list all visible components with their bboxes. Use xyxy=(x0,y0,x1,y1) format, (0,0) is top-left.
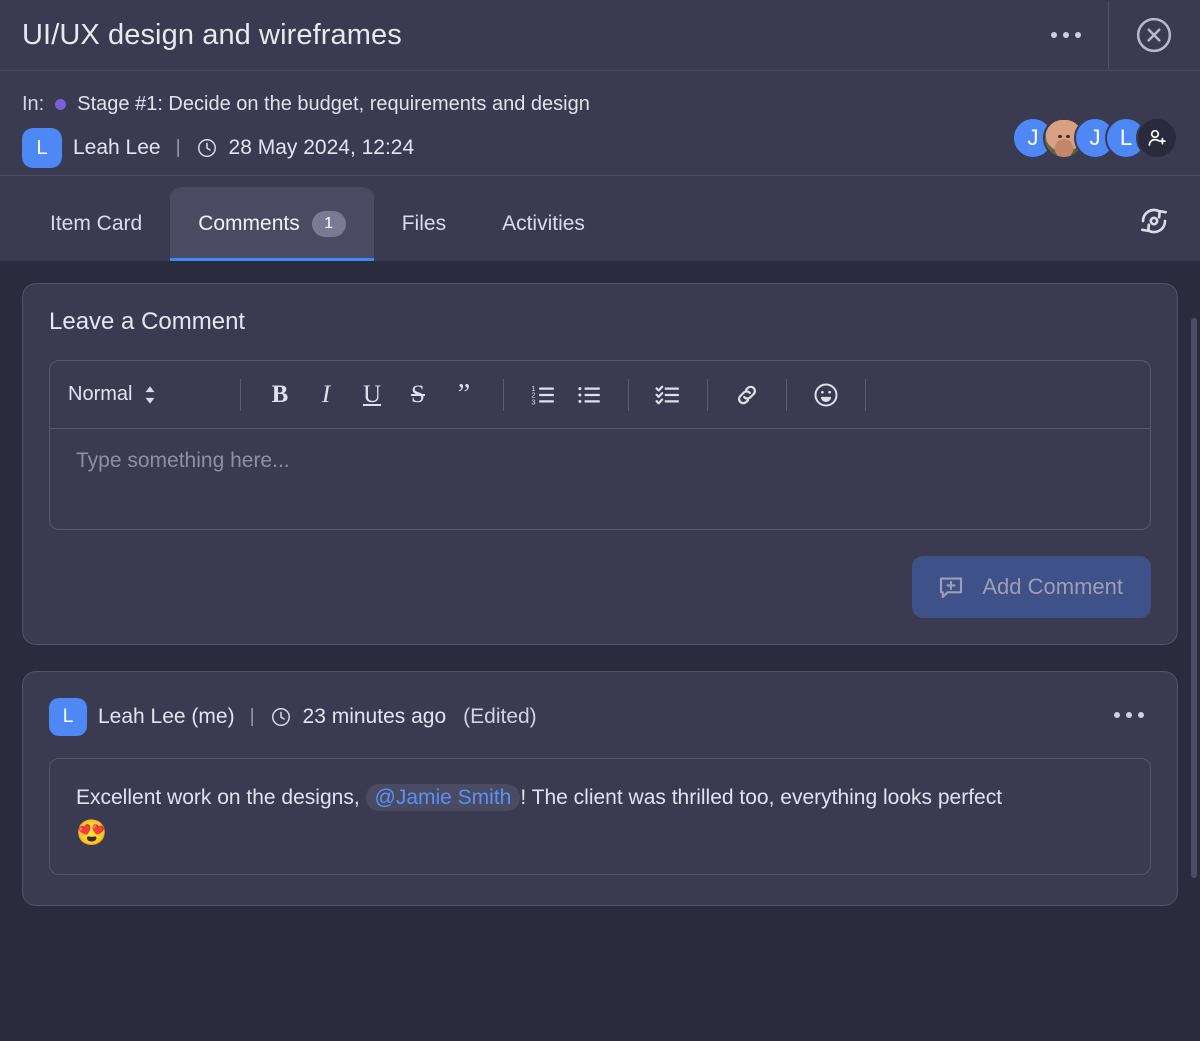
close-circle-icon xyxy=(1134,15,1174,55)
tab-label: Comments xyxy=(198,212,300,236)
in-label: In: xyxy=(22,93,44,116)
item-detail-modal: UI/UX design and wireframes In: Stage #1… xyxy=(0,0,1200,1041)
titlebar-divider xyxy=(1108,1,1109,69)
bold-button[interactable]: B xyxy=(263,378,297,412)
comment-text-after: ! The client was thrilled too, everythin… xyxy=(520,786,1002,809)
clock-icon xyxy=(196,137,218,159)
checklist-icon xyxy=(654,381,682,409)
comment-time: 23 minutes ago xyxy=(303,705,447,729)
meta-separator: | xyxy=(172,137,185,159)
tab-label: Item Card xyxy=(50,212,142,236)
more-horizontal-icon xyxy=(1075,32,1081,38)
tab-label: Files xyxy=(402,212,446,236)
emoji-button[interactable] xyxy=(809,378,843,412)
stage-color-dot xyxy=(55,99,66,110)
comment-edited-flag: (Edited) xyxy=(463,705,537,729)
tab-list: Item Card Comments 1 Files Activities xyxy=(22,176,1130,261)
strikethrough-button[interactable]: S xyxy=(401,378,435,412)
tab-comments[interactable]: Comments 1 xyxy=(170,187,374,261)
close-button[interactable] xyxy=(1131,12,1177,58)
editor-toolbar: Normal B I U S ” xyxy=(50,361,1150,429)
link-button[interactable] xyxy=(730,378,764,412)
tab-files[interactable]: Files xyxy=(374,195,474,253)
more-horizontal-icon xyxy=(1051,32,1057,38)
toolbar-divider xyxy=(628,379,629,411)
more-horizontal-icon xyxy=(1126,712,1132,718)
modal-titlebar: UI/UX design and wireframes xyxy=(0,0,1200,71)
member-avatar-stack: J J L xyxy=(1012,117,1178,159)
comment-body: Excellent work on the designs, @Jamie Sm… xyxy=(49,758,1151,875)
author-row: L Leah Lee | 28 May 2024, 12:24 xyxy=(22,121,1178,175)
leave-comment-card: Leave a Comment Normal B I U S xyxy=(22,283,1178,645)
comment-header: L Leah Lee (me) | 23 minutes ago (Edited… xyxy=(49,694,1151,740)
toolbar-divider xyxy=(786,379,787,411)
avatar[interactable]: L xyxy=(49,698,87,736)
ordered-list-button[interactable]: 1 2 3 xyxy=(526,378,560,412)
add-comment-label: Add Comment xyxy=(982,574,1123,600)
add-member-button[interactable] xyxy=(1136,117,1178,159)
toolbar-divider xyxy=(865,379,866,411)
item-meta-section: In: Stage #1: Decide on the budget, requ… xyxy=(0,71,1200,175)
mention-chip[interactable]: @Jamie Smith xyxy=(366,784,521,811)
leave-comment-title: Leave a Comment xyxy=(49,308,1151,336)
underline-button[interactable]: U xyxy=(355,378,389,412)
bulleted-list-button[interactable] xyxy=(572,378,606,412)
tab-activities[interactable]: Activities xyxy=(474,195,613,253)
page-title: UI/UX design and wireframes xyxy=(22,19,1038,52)
checklist-button[interactable] xyxy=(651,378,685,412)
comment-menu-button[interactable] xyxy=(1107,698,1151,732)
tab-badge-count: 1 xyxy=(312,211,346,237)
tab-label: Activities xyxy=(502,212,585,236)
scrollbar-thumb[interactable] xyxy=(1191,318,1197,878)
link-icon xyxy=(733,381,761,409)
clock-icon xyxy=(270,706,292,728)
comments-scroll-area[interactable]: Leave a Comment Normal B I U S xyxy=(0,261,1200,1041)
stage-row: In: Stage #1: Decide on the budget, requ… xyxy=(22,89,1178,119)
toolbar-divider xyxy=(240,379,241,411)
more-horizontal-icon xyxy=(1114,712,1120,718)
add-person-icon xyxy=(1145,126,1169,150)
tab-bar: Item Card Comments 1 Files Activities xyxy=(0,175,1200,261)
toolbar-divider xyxy=(707,379,708,411)
stage-name[interactable]: Stage #1: Decide on the budget, requirem… xyxy=(77,93,590,116)
tab-item-card[interactable]: Item Card xyxy=(22,195,170,253)
comment-separator: | xyxy=(246,706,259,728)
svg-text:3: 3 xyxy=(531,397,535,406)
emoji-icon xyxy=(812,381,840,409)
more-horizontal-icon xyxy=(1138,712,1144,718)
add-comment-bubble-icon xyxy=(936,572,966,602)
avatar[interactable]: L xyxy=(22,128,62,168)
comment-input[interactable]: Type something here... xyxy=(50,429,1150,529)
comment-text-before: Excellent work on the designs, xyxy=(76,786,360,809)
text-style-value: Normal xyxy=(68,383,132,406)
toolbar-divider xyxy=(503,379,504,411)
bulleted-list-icon xyxy=(575,381,603,409)
refresh-sync-icon xyxy=(1134,201,1174,241)
text-style-select[interactable]: Normal xyxy=(68,383,224,406)
timestamp: 28 May 2024, 12:24 xyxy=(229,136,415,160)
blockquote-button[interactable]: ” xyxy=(447,378,481,412)
refresh-button[interactable] xyxy=(1130,197,1178,245)
comment-item: L Leah Lee (me) | 23 minutes ago (Edited… xyxy=(22,671,1178,906)
italic-button[interactable]: I xyxy=(309,378,343,412)
author-name: Leah Lee xyxy=(73,136,161,160)
leave-comment-actions: Add Comment xyxy=(49,556,1151,618)
more-horizontal-icon xyxy=(1063,32,1069,38)
add-comment-button[interactable]: Add Comment xyxy=(912,556,1151,618)
comment-author: Leah Lee (me) xyxy=(98,705,235,729)
more-options-button[interactable] xyxy=(1038,15,1094,55)
comment-emoji: 😍 xyxy=(76,818,1124,848)
sort-updown-icon xyxy=(142,384,158,406)
comment-editor: Normal B I U S ” xyxy=(49,360,1151,530)
ordered-list-icon: 1 2 3 xyxy=(529,381,557,409)
